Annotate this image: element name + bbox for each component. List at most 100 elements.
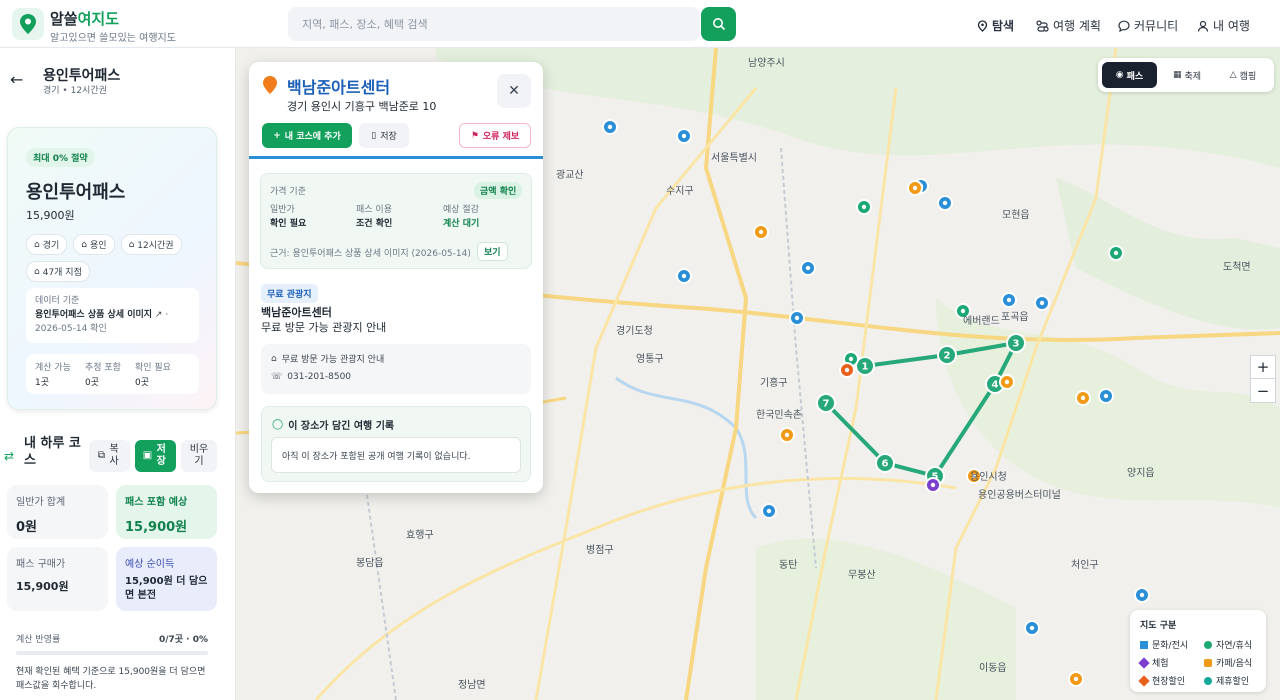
clear-course-button[interactable]: 비우기 bbox=[181, 440, 217, 472]
route-stop-marker[interactable]: 3 bbox=[1006, 333, 1026, 353]
map-poi-marker[interactable] bbox=[1134, 587, 1150, 603]
map-poi-marker[interactable] bbox=[1068, 671, 1084, 687]
tag-chip[interactable]: ⌂ 47개 지점 bbox=[26, 261, 90, 282]
summary-value: 0원 bbox=[16, 520, 38, 535]
search-input[interactable]: 지역, 패스, 장소, 혜택 검색 bbox=[288, 7, 700, 41]
save-place-button[interactable]: ▯ 저장 bbox=[359, 123, 409, 148]
map-poi-marker[interactable] bbox=[999, 374, 1015, 390]
tag-chip[interactable]: ⌂ 경기 bbox=[26, 234, 68, 255]
map-poi-marker[interactable] bbox=[1108, 245, 1124, 261]
report-error-label: 오류 제보 bbox=[482, 132, 520, 142]
tag-icon: ⌂ bbox=[271, 353, 277, 364]
zoom-out-button[interactable]: − bbox=[1251, 379, 1275, 402]
legend-item-onsite-discount[interactable]: 현장할인 bbox=[1138, 674, 1185, 687]
stat-needs-check: 확인 필요 0곳 bbox=[135, 360, 171, 388]
net-gain-card: 예상 순이득 15,900원 더 담으면 본전 bbox=[116, 547, 217, 611]
place-info-box: ⌂ 무료 방문 가능 관광지 안내 ☏ 031-201-8500 bbox=[261, 344, 531, 394]
back-arrow-icon[interactable]: ← bbox=[10, 70, 23, 89]
filter-pass-button[interactable]: ◉ 패스 bbox=[1102, 62, 1157, 88]
tag-icon: ⌂ bbox=[34, 239, 40, 250]
add-to-course-button[interactable]: + 내 코스에 추가 bbox=[262, 123, 352, 148]
tag-chip[interactable]: ⌂ 용인 bbox=[73, 234, 115, 255]
tag-label: 용인 bbox=[90, 241, 107, 251]
route-stop-marker[interactable]: 7 bbox=[816, 393, 836, 413]
legend-item-experience[interactable]: 체험 bbox=[1138, 656, 1169, 669]
map-poi-marker[interactable] bbox=[676, 268, 692, 284]
stat-value: 0곳 bbox=[84, 378, 99, 388]
nav-plan[interactable]: 여행 계획 bbox=[1036, 17, 1101, 34]
logo-icon[interactable] bbox=[12, 8, 44, 40]
phone-number[interactable]: 031-201-8500 bbox=[287, 372, 351, 382]
map-poi-marker[interactable] bbox=[856, 199, 872, 215]
legend-label: 카페/음식 bbox=[1216, 659, 1253, 669]
pass-price: 15,900원 bbox=[26, 209, 75, 222]
tag-chip[interactable]: ⌂ 12시간권 bbox=[120, 234, 182, 255]
map-poi-marker[interactable] bbox=[925, 477, 941, 493]
legend-item-nature[interactable]: 자연/휴식 bbox=[1204, 638, 1252, 651]
map-poi-marker[interactable] bbox=[602, 119, 618, 135]
price-col-label: 패스 이용 bbox=[356, 205, 392, 215]
view-source-button[interactable]: 보기 bbox=[477, 242, 508, 261]
phone-icon: ☏ bbox=[271, 372, 283, 382]
nav-community[interactable]: 커뮤니티 bbox=[1118, 17, 1178, 34]
route-stop-marker[interactable]: 2 bbox=[937, 345, 957, 365]
map-poi-marker[interactable] bbox=[1024, 620, 1040, 636]
filter-festival-button[interactable]: ▦ 축제 bbox=[1161, 62, 1213, 88]
stat-calculable: 계산 가능 1곳 bbox=[35, 360, 71, 388]
place-popup: 백남준아트센터 경기 용인시 기흥구 백남준로 10 ✕ + 내 코스에 추가 ▯… bbox=[249, 62, 543, 493]
nav-community-label: 커뮤니티 bbox=[1134, 19, 1179, 33]
map-poi-marker[interactable] bbox=[779, 427, 795, 443]
summary-label: 예상 순이득 bbox=[125, 559, 175, 570]
map-place-label: 용인시청 bbox=[970, 471, 1007, 483]
zoom-in-button[interactable]: + bbox=[1251, 356, 1275, 379]
map-place-label: 수지구 bbox=[666, 185, 694, 197]
close-popup-button[interactable]: ✕ bbox=[497, 74, 531, 108]
map-poi-marker[interactable] bbox=[907, 180, 923, 196]
travel-record-empty: 아직 이 장소가 포함된 공개 여행 기록이 없습니다. bbox=[271, 437, 521, 473]
map-place-label: 무봉산 bbox=[848, 569, 876, 581]
filter-festival-label: 축제 bbox=[1184, 71, 1202, 82]
price-col-value: 조건 확인 bbox=[356, 219, 393, 229]
map-poi-marker[interactable] bbox=[937, 195, 953, 211]
map-poi-marker[interactable] bbox=[1075, 390, 1091, 406]
sidebar: ← 용인투어패스 경기 • 12시간권 최대 0% 절약 용인투어패스 15,9… bbox=[0, 48, 236, 700]
map-poi-marker[interactable] bbox=[1098, 388, 1114, 404]
save-course-button[interactable]: ▣ 저장 bbox=[135, 440, 176, 472]
map-poi-marker[interactable] bbox=[1001, 292, 1017, 308]
nav-my-trip[interactable]: 내 여행 bbox=[1197, 17, 1250, 34]
copy-button[interactable]: ⧉ 복사 bbox=[89, 440, 130, 472]
map-poi-marker[interactable] bbox=[753, 224, 769, 240]
nav-plan-label: 여행 계획 bbox=[1053, 19, 1101, 33]
route-stop-number: 1 bbox=[862, 362, 869, 373]
map-poi-marker[interactable] bbox=[839, 362, 855, 378]
nav-explore[interactable]: 탐색 bbox=[977, 17, 1014, 34]
route-stop-marker[interactable]: 6 bbox=[875, 453, 895, 473]
map-poi-marker[interactable] bbox=[761, 503, 777, 519]
data-source-box: 데이터 기준 용인투어패스 상품 상세 이미지 ↗ · 2026-05-14 확… bbox=[26, 288, 199, 343]
price-col-saving: 예상 절감 계산 대기 bbox=[443, 203, 479, 231]
price-col-value: 확인 필요 bbox=[270, 219, 307, 229]
route-stop-number: 2 bbox=[944, 351, 951, 362]
map-poi-marker[interactable] bbox=[676, 128, 692, 144]
map-legend: 지도 구분 문화/전시 자연/휴식 체험 카페/음식 현장할인 제휴할인 bbox=[1130, 610, 1266, 692]
legend-item-culture[interactable]: 문화/전시 bbox=[1140, 638, 1188, 651]
report-error-button[interactable]: ⚑ 오류 제보 bbox=[459, 123, 531, 148]
price-col-pass: 패스 이용조건 확인 bbox=[356, 203, 392, 231]
map-place-label: 남양주시 bbox=[748, 57, 785, 69]
filter-camping-button[interactable]: △ 캠핑 bbox=[1216, 62, 1270, 88]
flag-icon: ⚑ bbox=[470, 130, 479, 141]
search-button[interactable] bbox=[701, 7, 736, 41]
map-poi-marker[interactable] bbox=[800, 260, 816, 276]
legend-item-partner-discount[interactable]: 제휴할인 bbox=[1204, 674, 1249, 687]
calc-stats: 계산 가능 1곳 추정 포함 0곳 확인 필요 0곳 bbox=[26, 354, 199, 394]
brand-prefix: 알쓸 bbox=[50, 10, 78, 28]
tag-icon: ⌂ bbox=[128, 239, 135, 250]
brand-name[interactable]: 알쓸여지도 bbox=[50, 8, 119, 29]
external-link-icon[interactable]: ↗ bbox=[155, 310, 163, 320]
map-poi-marker[interactable] bbox=[1034, 295, 1050, 311]
info-text: 무료 방문 가능 관광지 안내 bbox=[281, 355, 385, 365]
legend-item-cafe[interactable]: 카페/음식 bbox=[1204, 656, 1252, 669]
map-poi-marker[interactable] bbox=[789, 310, 805, 326]
data-source-link[interactable]: 용인투어패스 상품 상세 이미지 bbox=[35, 310, 152, 320]
price-basis-box: 가격 기준 금액 확인 일반가 확인 필요 패스 이용 조건 확인 예상 절감 계산 … bbox=[260, 173, 532, 269]
